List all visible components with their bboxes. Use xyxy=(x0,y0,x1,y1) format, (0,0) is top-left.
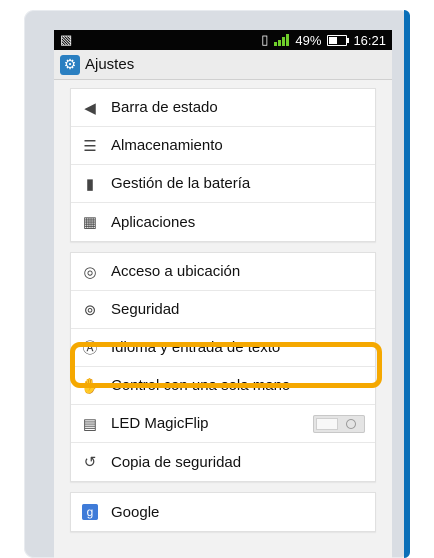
frame-accent-edge xyxy=(404,10,410,558)
settings-item-label: Idioma y entrada de texto xyxy=(111,339,281,356)
settings-item-label: Almacenamiento xyxy=(111,137,223,154)
settings-item-backup[interactable]: ↺ Copia de seguridad xyxy=(71,443,375,481)
settings-item-storage[interactable]: ☰ Almacenamiento xyxy=(71,127,375,165)
google-icon: g xyxy=(81,503,99,521)
one-hand-icon: ✋ xyxy=(80,377,100,395)
storage-icon: ☰ xyxy=(83,137,97,155)
lock-icon: ⊚ xyxy=(83,301,97,319)
settings-item-status-bar[interactable]: ◀ Barra de estado xyxy=(71,89,375,127)
language-a-icon: Ⓐ xyxy=(82,340,98,357)
settings-item-battery[interactable]: ▮ Gestión de la batería xyxy=(71,165,375,203)
settings-item-label: Copia de seguridad xyxy=(111,453,242,471)
status-bar-icon: ◀ xyxy=(84,99,96,117)
battery-manager-icon: ▮ xyxy=(85,175,95,193)
app-bar: ⚙ Ajustes xyxy=(54,50,392,80)
settings-item-label: Gestión de la batería xyxy=(111,175,251,192)
settings-item-apps[interactable]: ▦ Aplicaciones xyxy=(71,203,375,241)
settings-item-label: Control con una sola mano xyxy=(111,377,291,394)
settings-item-label: Aplicaciones xyxy=(111,213,196,231)
settings-item-label: Barra de estado xyxy=(111,99,218,116)
app-title: Ajustes xyxy=(85,56,135,73)
settings-item-one-hand[interactable]: ✋ Control con una sola mano xyxy=(71,367,375,405)
settings-item-location[interactable]: ◎ Acceso a ubicación xyxy=(71,253,375,291)
settings-item-label: Seguridad xyxy=(111,301,180,318)
battery-percent: 49% xyxy=(295,32,322,48)
settings-group-accounts: g Google xyxy=(70,492,376,532)
backup-restore-icon: ↺ xyxy=(83,454,97,471)
magicflip-icon: ▤ xyxy=(82,415,98,433)
location-pin-icon: ◎ xyxy=(83,263,97,281)
settings-group-device: ◀ Barra de estado ☰ Almacenamiento ▮ Ges… xyxy=(70,88,376,242)
settings-item-google[interactable]: g Google xyxy=(71,493,375,531)
settings-item-led-magicflip[interactable]: ▤ LED MagicFlip xyxy=(71,405,375,443)
settings-gear-icon[interactable]: ⚙ xyxy=(60,54,80,75)
image-notification-icon: ▧ xyxy=(60,32,73,47)
toggle-off-indicator xyxy=(346,418,356,429)
settings-item-label: Google xyxy=(111,503,160,521)
toggle-knob xyxy=(316,417,338,430)
battery-icon xyxy=(327,34,350,46)
status-bar: ▧ ▯ 49% 16:21 xyxy=(54,30,392,50)
sim-icon: ▯ xyxy=(261,32,269,47)
signal-icon xyxy=(274,34,290,46)
phone-screen: ▧ ▯ 49% 16:21 ⚙ Ajustes ◀ Barra de estad… xyxy=(54,30,392,558)
settings-item-label: Acceso a ubicación xyxy=(111,263,241,280)
settings-item-security[interactable]: ⊚ Seguridad xyxy=(71,291,375,329)
apps-grid-icon: ▦ xyxy=(82,214,98,231)
settings-item-label: LED MagicFlip xyxy=(111,415,209,432)
led-magicflip-toggle[interactable] xyxy=(313,414,365,433)
clock: 16:21 xyxy=(353,32,386,48)
settings-group-personal: ◎ Acceso a ubicación ⊚ Seguridad Ⓐ Idiom… xyxy=(70,252,376,482)
settings-item-language-input[interactable]: Ⓐ Idioma y entrada de texto xyxy=(71,329,375,367)
